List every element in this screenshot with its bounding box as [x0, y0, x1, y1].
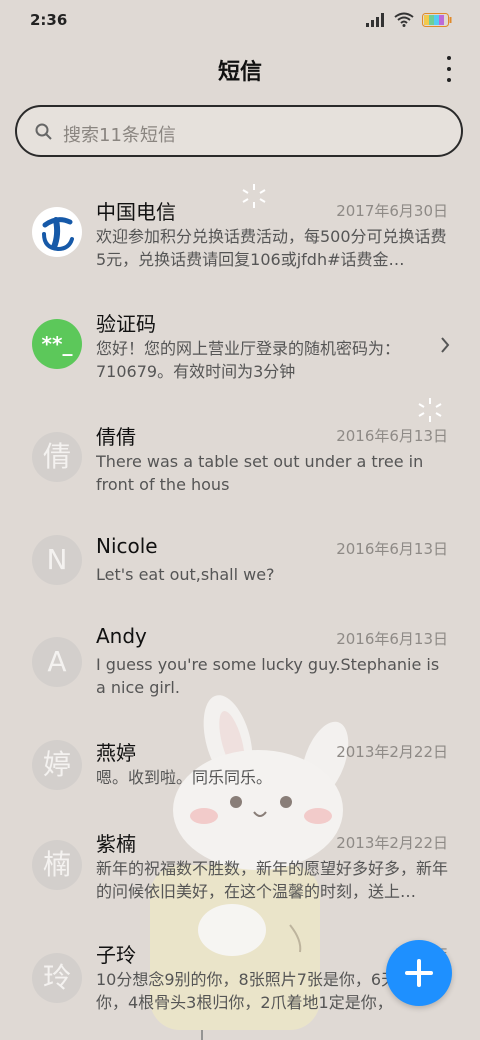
signal-icon — [366, 12, 384, 27]
thread-date: 2013年2月22日 — [336, 834, 448, 852]
thread-item[interactable]: N Nicole 2016年6月13日 Let's eat out,shall … — [0, 518, 480, 618]
status-icons — [366, 12, 452, 27]
thread-preview: Let's eat out,shall we? — [96, 565, 275, 584]
status-bar: 2:36 — [0, 0, 480, 40]
thread-item[interactable]: A Andy 2016年6月13日 I guess you're some lu… — [0, 610, 480, 710]
thread-item[interactable]: **_ 验证码 您好！您的网上营业厅登录的随机密码为：710679。有效时间为3… — [0, 292, 480, 392]
thread-name: 紫楠 — [96, 832, 136, 856]
thread-date: 2017年6月30日 — [336, 202, 448, 220]
thread-name: Andy — [96, 624, 147, 648]
thread-item[interactable]: 倩 倩倩 2016年6月13日 There was a table set ou… — [0, 405, 480, 505]
thread-name: 燕婷 — [96, 741, 136, 765]
thread-item[interactable]: 中国电信 2017年6月30日 欢迎参加积分兑换话费活动，每500分可兑换话费5… — [0, 180, 480, 280]
battery-icon — [422, 12, 452, 27]
thread-preview: 新年的祝福数不胜数，新年的愿望好多好多，新年的问候依旧美好，在这个温馨的时刻，送… — [96, 859, 448, 901]
contact-avatar: 婷 — [32, 740, 82, 790]
contact-avatar: N — [32, 535, 82, 585]
thread-item[interactable]: 婷 燕婷 2013年2月22日 嗯。收到啦。同乐同乐。 — [0, 723, 480, 823]
contact-avatar: 楠 — [32, 840, 82, 890]
search-icon — [35, 123, 52, 140]
thread-preview: 嗯。收到啦。同乐同乐。 — [96, 768, 273, 787]
contact-avatar: 玲 — [32, 953, 82, 1003]
thread-name: 中国电信 — [96, 200, 176, 224]
contact-avatar: A — [32, 637, 82, 687]
more-options-icon[interactable] — [444, 56, 454, 82]
verification-code-avatar: **_ — [32, 319, 82, 369]
new-message-button[interactable] — [386, 940, 452, 1006]
thread-preview: 您好！您的网上营业厅登录的随机密码为：710679。有效时间为3分钟 — [96, 339, 401, 381]
thread-name: 验证码 — [96, 312, 156, 336]
thread-date: 2016年6月13日 — [336, 540, 448, 558]
china-telecom-logo-icon — [32, 207, 82, 257]
search-bar[interactable]: 搜索11条短信 — [15, 105, 463, 157]
contact-avatar: 倩 — [32, 432, 82, 482]
thread-name: 倩倩 — [96, 425, 136, 449]
page-title: 短信 — [217, 60, 262, 85]
thread-item[interactable]: 楠 紫楠 2013年2月22日 新年的祝福数不胜数，新年的愿望好多好多，新年的问… — [0, 814, 480, 914]
thread-preview: There was a table set out under a tree i… — [96, 452, 424, 494]
search-placeholder: 搜索11条短信 — [63, 125, 176, 146]
thread-date: 2016年6月13日 — [336, 630, 448, 648]
thread-name: 子玲 — [96, 943, 136, 967]
thread-preview: I guess you're some lucky guy.Stephanie … — [96, 655, 440, 697]
app-header: 短信 — [0, 44, 480, 94]
thread-date: 2013年2月22日 — [336, 743, 448, 761]
thread-date: 2016年6月13日 — [336, 427, 448, 445]
wifi-icon — [394, 12, 414, 27]
thread-preview: 欢迎参加积分兑换话费活动，每500分可兑换话费5元，兑换话费请回复106或jfd… — [96, 227, 447, 269]
status-time: 2:36 — [30, 11, 68, 29]
thread-name: Nicole — [96, 534, 158, 558]
